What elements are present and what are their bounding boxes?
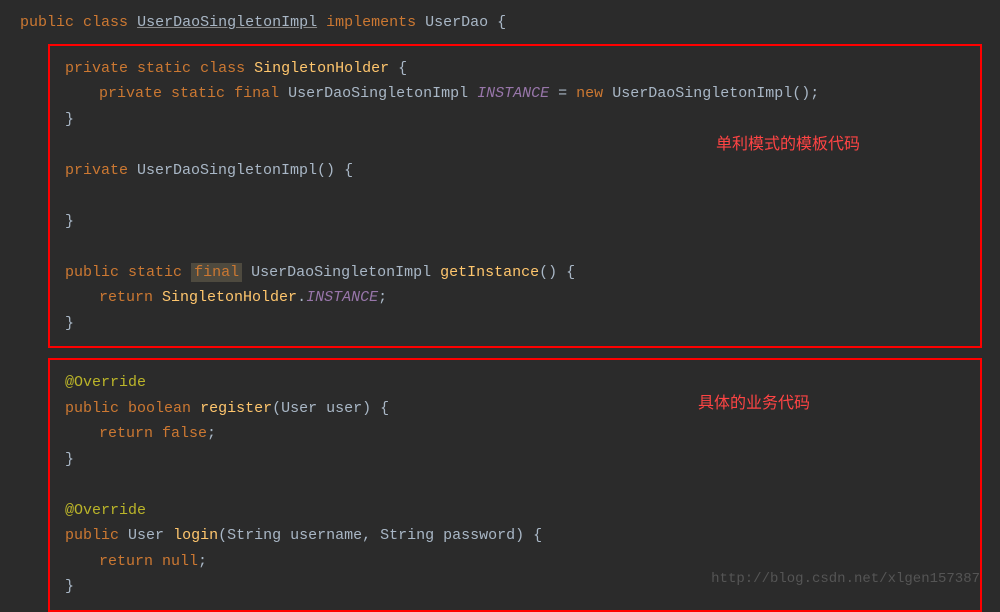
blank-line [65, 472, 965, 498]
blank-line [65, 183, 965, 209]
watermark: http://blog.csdn.net/xlgen157387 [711, 568, 980, 592]
code-container: public class UserDaoSingletonImpl implem… [20, 10, 1000, 612]
open-brace: { [488, 14, 506, 31]
blank-line [65, 234, 965, 260]
return-false: return false; [65, 421, 965, 447]
close-brace: } [65, 311, 965, 337]
getinstance-method: public static final UserDaoSingletonImpl… [65, 260, 965, 286]
class-name: UserDaoSingletonImpl [137, 14, 317, 31]
keyword-implements: implements [326, 14, 416, 31]
override-annotation: @Override [65, 498, 965, 524]
annotation-business: 具体的业务代码 [698, 390, 810, 417]
interface-name: UserDao [425, 14, 488, 31]
close-brace: } [65, 209, 965, 235]
annotation-singleton: 单利模式的模板代码 [716, 131, 860, 158]
close-brace: } [65, 107, 965, 133]
close-brace: } [65, 447, 965, 473]
instance-field: private static final UserDaoSingletonImp… [65, 81, 965, 107]
keyword-class: class [83, 14, 128, 31]
keyword-public: public [20, 14, 74, 31]
class-declaration: public class UserDaoSingletonImpl implem… [20, 10, 1000, 36]
private-constructor: private UserDaoSingletonImpl() { [65, 158, 965, 184]
inner-class-decl: private static class SingletonHolder { [65, 56, 965, 82]
login-method: public User login(String username, Strin… [65, 523, 965, 549]
singleton-template-box: 单利模式的模板代码 private static class Singleton… [48, 44, 982, 349]
return-instance: return SingletonHolder.INSTANCE; [65, 285, 965, 311]
override-annotation: @Override [65, 370, 965, 396]
register-method: public boolean register(User user) { [65, 396, 965, 422]
